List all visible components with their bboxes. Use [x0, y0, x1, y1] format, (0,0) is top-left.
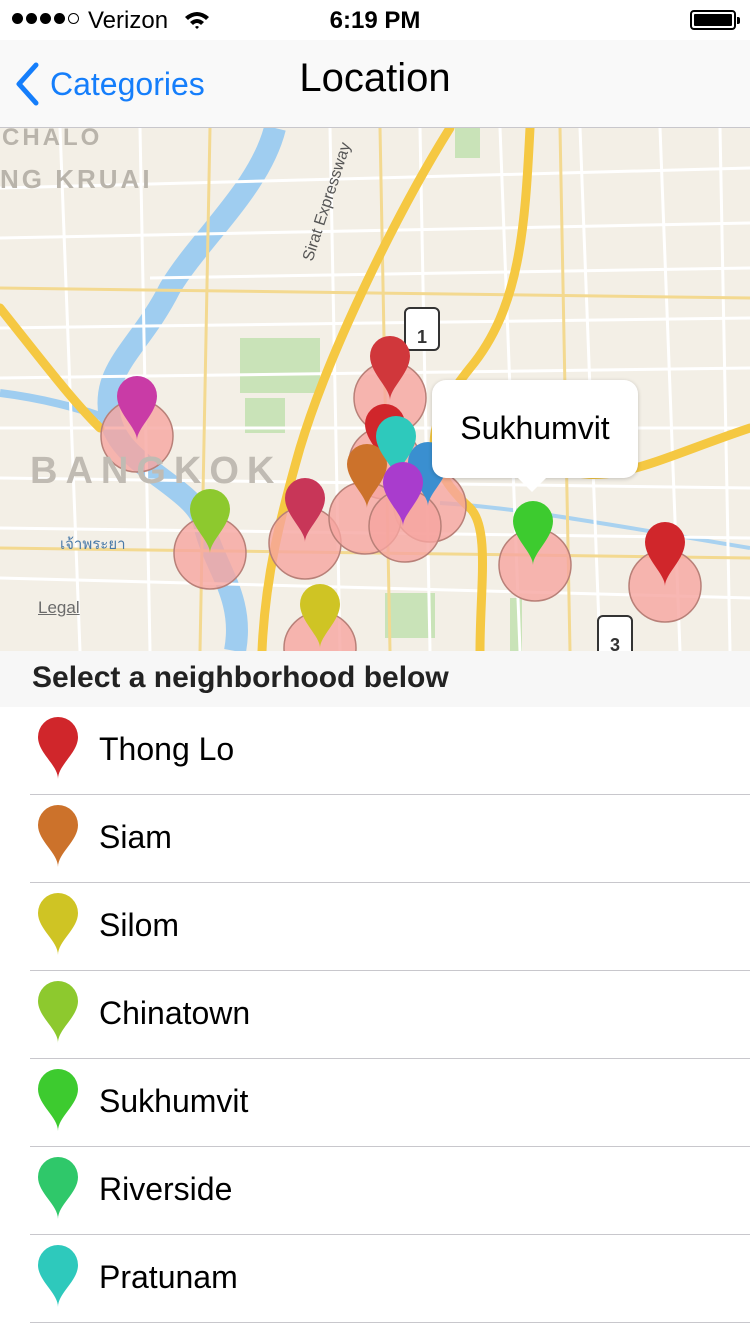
- list-item[interactable]: Siam: [0, 795, 750, 883]
- list-item-label: Thong Lo: [99, 731, 235, 767]
- list-item-label: Silom: [99, 907, 180, 943]
- map-label-chalo: CHALO: [2, 128, 103, 151]
- map-label-bangkok: BANGKOK: [30, 450, 283, 492]
- map-pin-icon: [38, 805, 78, 867]
- map-label-ng-kruai: NG KRUAI: [0, 164, 153, 194]
- route-1-label: 1: [417, 327, 427, 347]
- map-view[interactable]: 1 3 CHALO NG KRUAI BANGKOK เจ้าพระยา Sir…: [0, 128, 750, 651]
- clock: 6:19 PM: [329, 7, 421, 34]
- map-pin-icon: [38, 893, 78, 955]
- list-item[interactable]: Sukhumvit: [0, 1059, 750, 1147]
- map-pin-icon: [38, 1157, 78, 1219]
- map-pin-icon: [38, 981, 78, 1043]
- map-pin-icon: [38, 717, 78, 779]
- list-item[interactable]: Riverside: [0, 1147, 750, 1235]
- map-pin-icon: [38, 1069, 78, 1131]
- list-item[interactable]: Silom: [0, 883, 750, 971]
- list-item[interactable]: Thong Lo: [0, 707, 750, 795]
- list-item-label: Riverside: [99, 1171, 233, 1207]
- battery-icon: [690, 10, 740, 30]
- route-3-label: 3: [610, 635, 620, 651]
- list-item-label: Sukhumvit: [99, 1083, 249, 1119]
- page-title: Location: [299, 56, 451, 100]
- neighborhood-list: Thong Lo Siam Silom Chinatown Sukhumvit …: [0, 707, 750, 1323]
- list-item-label: Siam: [99, 819, 172, 855]
- callout-label: Sukhumvit: [460, 410, 610, 446]
- list-item-label: Pratunam: [99, 1259, 238, 1295]
- section-header: Select a neighborhood below: [0, 651, 750, 707]
- navigation-bar: Categories Location: [0, 40, 750, 128]
- list-item-label: Chinatown: [99, 995, 251, 1031]
- map-callout[interactable]: Sukhumvit: [432, 380, 638, 492]
- section-header-label: Select a neighborhood below: [32, 661, 449, 694]
- map-pin-icon: [38, 1245, 78, 1307]
- list-item[interactable]: Pratunam: [0, 1235, 750, 1323]
- list-item[interactable]: Chinatown: [0, 971, 750, 1059]
- map-label-river: เจ้าพระยา: [60, 536, 126, 553]
- status-bar: Verizon 6:19 PM: [0, 0, 750, 40]
- legal-link[interactable]: Legal: [38, 598, 80, 618]
